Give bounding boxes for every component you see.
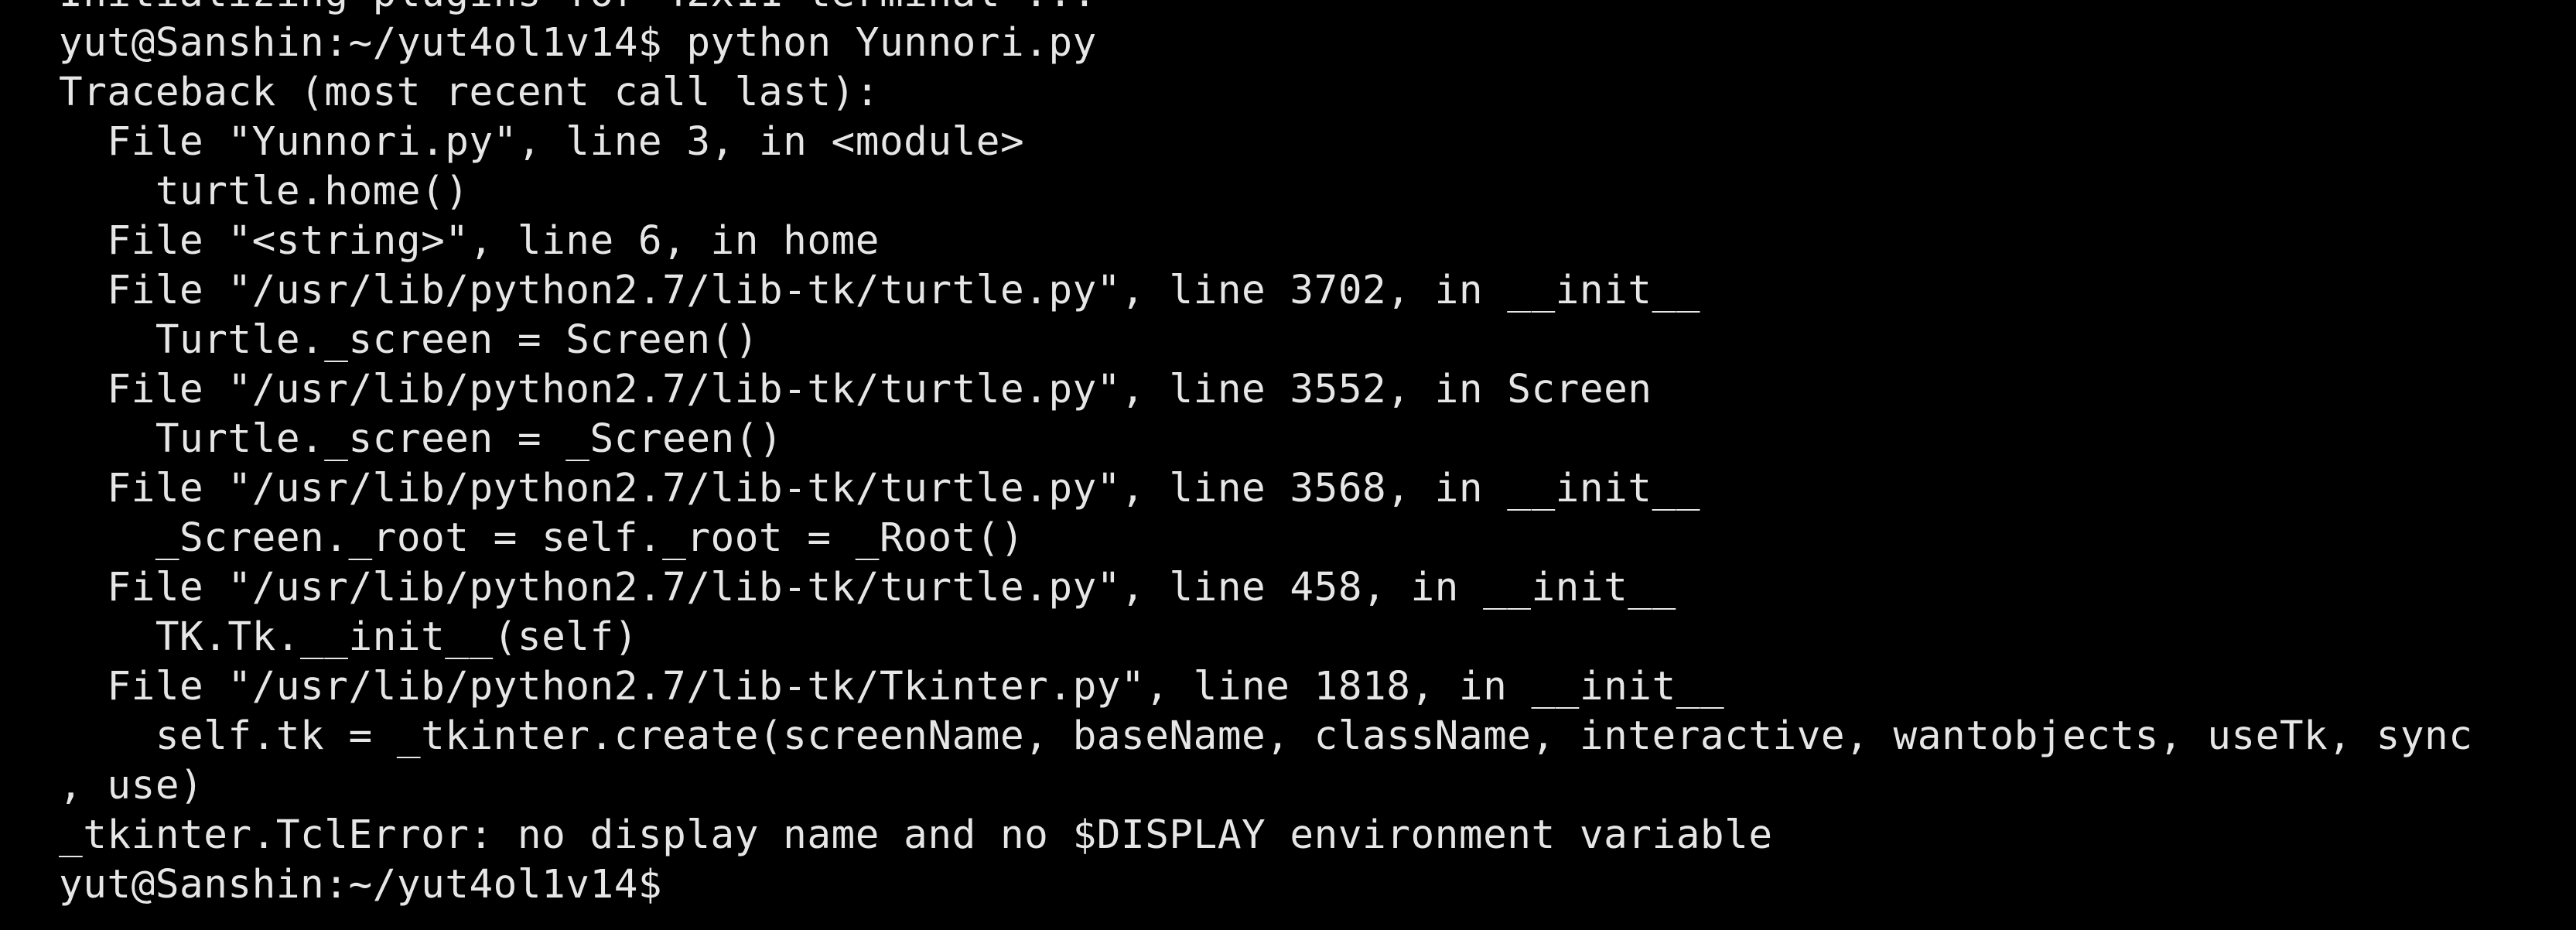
terminal-cursor (662, 867, 685, 907)
terminal-line-command: yut@Sanshin:~/yut4ol1v14$ python Yunnori… (59, 20, 1097, 66)
terminal-line-error-message: _tkinter.TclError: no display name and n… (59, 812, 1773, 858)
terminal-line-trace-code: self.tk = _tkinter.create(screenName, ba… (59, 713, 2473, 759)
terminal-line-trace-code: Turtle._screen = _Screen() (59, 416, 784, 462)
terminal-line-trace-file: File "/usr/lib/python2.7/lib-tk/turtle.p… (59, 466, 1700, 511)
terminal-line-trace-code: _Screen._root = self._root = _Root() (59, 515, 1025, 561)
terminal-line-traceback-header: Traceback (most recent call last): (59, 70, 880, 115)
terminal-line-trace-file: File "/usr/lib/python2.7/lib-tk/Tkinter.… (59, 664, 1725, 709)
terminal-line-trace-code: turtle.home() (59, 169, 470, 214)
terminal-prompt-line[interactable]: yut@Sanshin:~/yut4ol1v14$ (59, 860, 2576, 910)
terminal-line-trace-code: Turtle._screen = Screen() (59, 317, 759, 363)
terminal-line-trace-file: File "/usr/lib/python2.7/lib-tk/turtle.p… (59, 268, 1700, 313)
terminal-line-trace-file: File "<string>", line 6, in home (59, 218, 880, 264)
terminal-line-trace-code: TK.Tk.__init__(self) (59, 614, 638, 660)
terminal-line-trace-file: File "/usr/lib/python2.7/lib-tk/turtle.p… (59, 367, 1652, 412)
terminal-line-partial-header: Initializing plugins for 42x11 terminal … (59, 0, 2576, 19)
terminal-line-trace-file: File "/usr/lib/python2.7/lib-tk/turtle.p… (59, 565, 1676, 610)
terminal-screen[interactable]: Initializing plugins for 42x11 terminal … (0, 0, 2576, 930)
terminal-line-trace-code-wrap: , use) (59, 763, 204, 809)
terminal-prompt: yut@Sanshin:~/yut4ol1v14$ (59, 862, 663, 908)
terminal-output: Initializing plugins for 42x11 terminal … (59, 0, 2576, 910)
terminal-line-trace-file: File "Yunnori.py", line 3, in <module> (59, 119, 1025, 165)
